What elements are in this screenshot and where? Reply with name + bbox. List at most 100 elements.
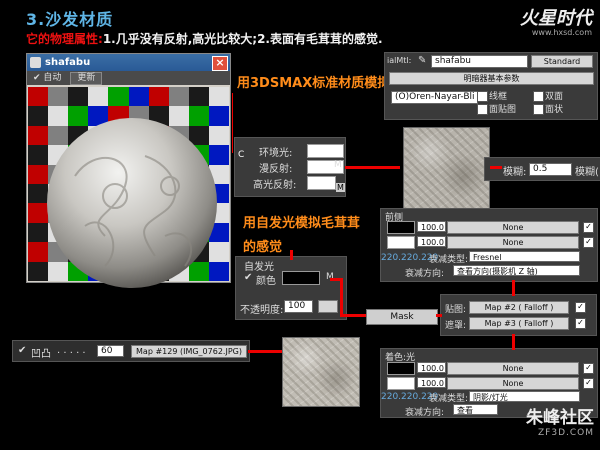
self-illum-header: 自发光: [244, 262, 274, 273]
shade-map-b[interactable]: None: [447, 377, 579, 390]
shade-color-a[interactable]: [387, 362, 415, 375]
opacity-label: 不透明度:: [240, 305, 284, 316]
wire-checkbox[interactable]: [477, 91, 488, 102]
connector-line: [340, 278, 343, 316]
brand-name: 火星时代: [520, 8, 592, 29]
shade-b-value[interactable]: 100.0: [417, 377, 446, 388]
front-a-value[interactable]: 100.0: [417, 221, 446, 232]
two-sided-checkbox[interactable]: [533, 91, 544, 102]
checker-cell: [108, 87, 129, 107]
mask-mask-checkbox[interactable]: ✓: [575, 318, 586, 329]
shade-falloff-dir[interactable]: 查看: [453, 404, 498, 415]
diffuse-label: 漫反射:: [259, 164, 293, 175]
front-map-b-checkbox[interactable]: ✓: [583, 237, 594, 248]
front-map-a-checkbox[interactable]: ✓: [583, 222, 594, 233]
checker-cell: [188, 87, 209, 107]
front-map-b[interactable]: None: [447, 236, 579, 249]
viewer-titlebar[interactable]: shafabu ×: [27, 54, 230, 71]
front-side-panel: 前侧 100.0 None ✓ 100.0 None ✓ 220.220.220…: [380, 208, 598, 282]
mask-button[interactable]: Mask: [366, 309, 438, 325]
shade-color-b[interactable]: [387, 377, 415, 390]
opacity-map-button[interactable]: [318, 300, 338, 313]
face-map-label: 面贴图: [489, 105, 517, 115]
specular-swatch[interactable]: [307, 176, 336, 190]
bump-amount[interactable]: 60: [97, 345, 124, 357]
material-sphere: [47, 118, 217, 288]
diffuse-texture-thumbnail: [403, 127, 490, 209]
connector-line: [490, 166, 502, 169]
connector-line: [232, 93, 233, 153]
connector-line: [248, 350, 282, 353]
ambient-swatch[interactable]: [307, 144, 344, 158]
connector-line: [436, 314, 442, 317]
faceted-checkbox[interactable]: [533, 104, 544, 115]
brand-url: www.hxsd.com: [531, 28, 592, 37]
face-map-checkbox[interactable]: [477, 104, 488, 115]
checker-cell: [168, 87, 189, 107]
front-color-b[interactable]: [387, 236, 415, 249]
watermark-text: 朱峰社区: [526, 408, 594, 428]
bump-label: 凹凸: [31, 349, 51, 360]
mask-mask-label: 遮罩:: [445, 321, 467, 331]
material-header-panel: ialMtl: ✎ shafabu Standard 明暗器基本参数 (O)Or…: [384, 52, 598, 120]
shade-falloff-dir-label: 衰减方向:: [405, 408, 445, 418]
page-subtitle: 它的物理属性:1.几乎没有反射,高光比较大;2.表面有毛茸茸的感觉.: [26, 30, 383, 47]
shade-a-value[interactable]: 100.0: [417, 362, 446, 373]
front-color-a[interactable]: [387, 221, 415, 234]
fuzz-note-line2: 的感觉: [243, 240, 283, 255]
front-map-a[interactable]: None: [447, 221, 579, 234]
front-falloff-dir[interactable]: 查看方向(摄影机 Z 轴): [453, 265, 580, 276]
material-name-field[interactable]: shafabu: [431, 55, 528, 68]
color-checkbox[interactable]: ✔: [244, 272, 252, 283]
shade-falloff-type[interactable]: 阴影/灯光: [469, 391, 580, 402]
diffuse-map-button[interactable]: M: [334, 160, 342, 170]
eyedropper-icon[interactable]: ✎: [418, 55, 426, 66]
mask-map-label: 贴图:: [445, 305, 467, 315]
self-illum-panel: 自发光 ✔ 颜色 M 不透明度: 100: [235, 256, 347, 320]
opacity-value[interactable]: 100: [284, 300, 313, 313]
checker-cell: [88, 87, 109, 107]
material-type-button[interactable]: Standard: [531, 55, 593, 68]
checker-cell: [28, 87, 49, 107]
auto-label: 自动: [43, 73, 62, 83]
blur-label-2: 模糊(: [575, 167, 599, 178]
bump-map-slot[interactable]: Map #129 (IMG_0762.JPG): [131, 345, 247, 358]
mask-map-slot[interactable]: Map #2 ( Falloff ): [469, 301, 569, 314]
sphere-body: [47, 118, 217, 288]
shade-map-a[interactable]: None: [447, 362, 579, 375]
front-falloff-type[interactable]: Fresnel: [469, 251, 580, 262]
page-title: 3.沙发材质: [26, 10, 114, 29]
mask-map-checkbox[interactable]: ✓: [575, 302, 586, 313]
blur-label: 模糊:: [503, 167, 527, 178]
shade-map-a-checkbox[interactable]: ✓: [583, 363, 594, 374]
material-label: ialMtl:: [387, 56, 412, 65]
fuzz-note-line1: 用自发光模拟毛茸茸: [243, 216, 361, 231]
close-button[interactable]: ×: [212, 56, 228, 71]
shade-map-b-checkbox[interactable]: ✓: [583, 378, 594, 389]
lock-icon[interactable]: C: [238, 150, 244, 160]
faceted-label: 面状: [545, 105, 564, 115]
checker-cell: [48, 87, 69, 107]
mask-mask-slot[interactable]: Map #3 ( Falloff ): [469, 317, 569, 330]
specular-map-button[interactable]: M: [336, 183, 345, 192]
checker-cell: [148, 87, 169, 107]
bump-checkbox[interactable]: ✔: [18, 345, 26, 356]
subtitle-text: 1.几乎没有反射,高光比较大;2.表面有毛茸茸的感觉.: [102, 32, 383, 46]
specular-label: 高光反射:: [253, 180, 297, 191]
shader-rollout[interactable]: 明暗器基本参数: [389, 72, 594, 85]
material-viewer-window: shafabu × ✔ 自动 更新: [26, 53, 231, 288]
update-button[interactable]: 更新: [70, 72, 103, 85]
bump-dots: . . . . .: [57, 345, 86, 356]
standard-note: 用3DSMAX标准材质模拟:: [237, 76, 396, 91]
wire-label: 线框: [489, 92, 508, 102]
shader-dropdown[interactable]: (O)Oren-Nayar-Bli: [391, 91, 478, 104]
blur-value[interactable]: 0.5: [529, 163, 572, 176]
front-b-value[interactable]: 100.0: [417, 236, 446, 247]
connector-line: [345, 166, 400, 169]
viewer-title: shafabu: [45, 57, 91, 68]
bump-row: ✔ 凹凸 . . . . . 60 Map #129 (IMG_0762.JPG…: [12, 340, 250, 362]
self-illum-swatch[interactable]: [282, 271, 320, 285]
bump-texture-thumbnail: [282, 337, 360, 407]
ambient-label: 环境光:: [259, 148, 293, 159]
auto-checkbox[interactable]: ✔: [33, 73, 41, 83]
